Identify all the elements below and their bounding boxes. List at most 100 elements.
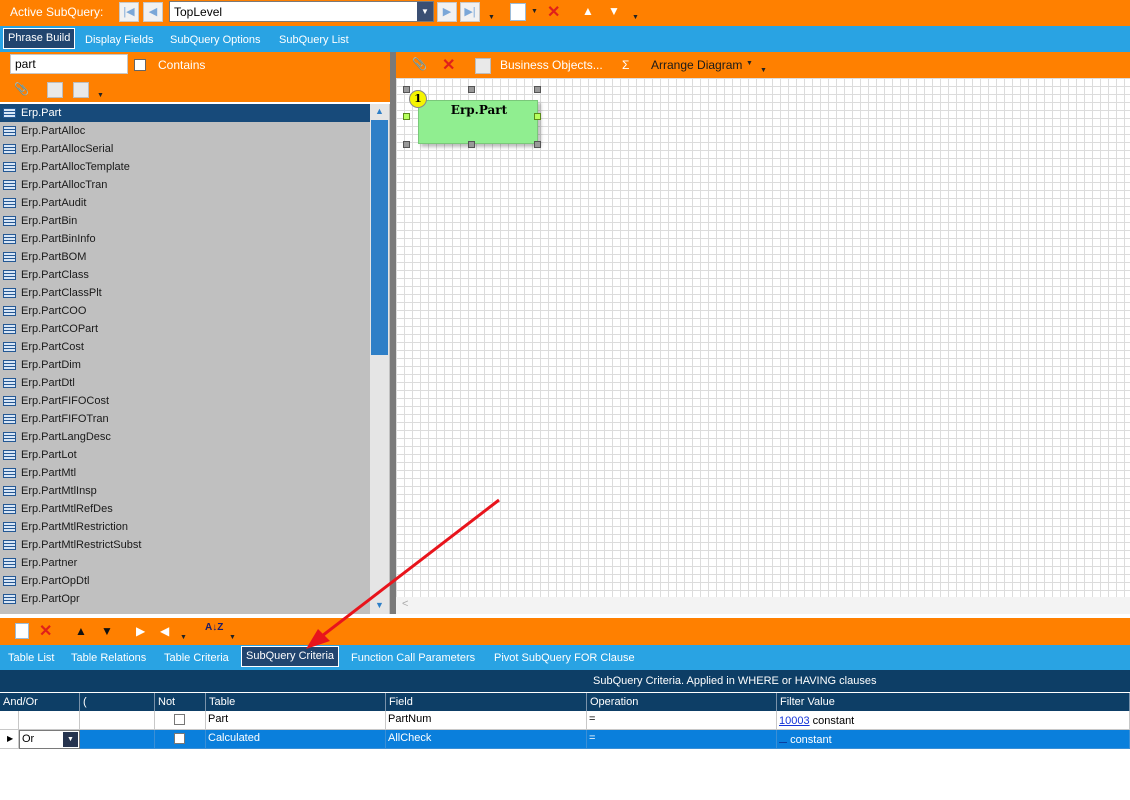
overflow-caret-icon[interactable]: ▼ bbox=[180, 634, 187, 641]
table-cell[interactable]: Calculated bbox=[206, 730, 386, 749]
list-item[interactable]: Erp.PartClassPlt bbox=[0, 284, 370, 302]
row-indicator[interactable] bbox=[0, 711, 19, 730]
list-item[interactable]: Erp.Part bbox=[0, 104, 370, 122]
list-item[interactable]: Erp.PartAllocTran bbox=[0, 176, 370, 194]
list-item[interactable]: Erp.PartBinInfo bbox=[0, 230, 370, 248]
list-item[interactable]: Erp.PartAllocTemplate bbox=[0, 158, 370, 176]
scroll-up-icon[interactable]: ▲ bbox=[370, 104, 389, 118]
scroll-down-icon[interactable]: ▼ bbox=[370, 598, 389, 612]
list-item[interactable]: Erp.PartBin bbox=[0, 212, 370, 230]
overflow-caret-icon[interactable]: ▼ bbox=[97, 92, 104, 99]
not-cell[interactable] bbox=[155, 730, 206, 749]
tab-pivot-subquery-for-clause[interactable]: Pivot SubQuery FOR Clause bbox=[494, 648, 635, 669]
overflow-caret-icon[interactable]: ▼ bbox=[632, 14, 639, 21]
list-item[interactable]: Erp.PartClass bbox=[0, 266, 370, 284]
list-item[interactable]: Erp.PartDim bbox=[0, 356, 370, 374]
outdent-icon[interactable]: ◀ bbox=[160, 624, 169, 638]
list-item[interactable]: Erp.PartFIFOCost bbox=[0, 392, 370, 410]
list-item[interactable]: Erp.PartFIFOTran bbox=[0, 410, 370, 428]
list-item[interactable]: Erp.PartDtl bbox=[0, 374, 370, 392]
column-header-table[interactable]: Table bbox=[206, 693, 386, 711]
list-item[interactable]: Erp.PartMtlInsp bbox=[0, 482, 370, 500]
table-list-scrollbar[interactable]: ▲ ▼ bbox=[370, 104, 389, 614]
subquery-combo[interactable]: TopLevel ▼ bbox=[169, 1, 434, 22]
scroll-left-icon[interactable]: < bbox=[402, 598, 408, 610]
list-item[interactable]: Erp.PartBOM bbox=[0, 248, 370, 266]
scroll-thumb[interactable] bbox=[371, 120, 388, 355]
tab-subquery-criteria[interactable]: SubQuery Criteria bbox=[241, 646, 340, 667]
list-item[interactable]: Erp.PartCost bbox=[0, 338, 370, 356]
move-down-icon[interactable]: ▼ bbox=[608, 4, 620, 18]
next-record-icon[interactable]: ▶ bbox=[437, 2, 457, 22]
diagram-canvas[interactable]: Erp.Part 1 bbox=[396, 78, 1130, 614]
resize-handle[interactable] bbox=[403, 86, 410, 93]
column-header-andor[interactable]: And/Or bbox=[0, 693, 80, 711]
paperclip-icon[interactable]: 📎 bbox=[14, 82, 29, 96]
arrange-diagram-button[interactable]: Arrange Diagram bbox=[651, 58, 742, 72]
prev-record-icon[interactable]: ◀ bbox=[143, 2, 163, 22]
resize-handle[interactable] bbox=[468, 141, 475, 148]
filter-value-cell[interactable]: 10003 constant bbox=[777, 711, 1130, 730]
not-cell[interactable] bbox=[155, 711, 206, 730]
delete-criteria-icon[interactable]: ✕ bbox=[39, 621, 52, 641]
column-header-operation[interactable]: Operation bbox=[587, 693, 777, 711]
overflow-caret-icon[interactable]: ▼ bbox=[229, 634, 236, 641]
list-item[interactable]: Erp.PartMtlRefDes bbox=[0, 500, 370, 518]
list-item[interactable]: Erp.PartOpr bbox=[0, 590, 370, 608]
collapse-all-icon[interactable] bbox=[73, 82, 89, 98]
move-up-icon[interactable]: ▲ bbox=[75, 624, 87, 638]
paperclip-icon[interactable]: 📎 bbox=[412, 57, 427, 71]
overflow-caret-icon[interactable]: ▼ bbox=[488, 14, 495, 21]
table-cell[interactable]: Part bbox=[206, 711, 386, 730]
andor-select[interactable]: Or ▼ bbox=[19, 730, 80, 749]
paren-cell[interactable] bbox=[80, 711, 155, 730]
paren-cell[interactable] bbox=[80, 730, 155, 749]
list-item[interactable]: Erp.PartLot bbox=[0, 446, 370, 464]
diagram-hscrollbar[interactable]: < bbox=[396, 597, 1130, 614]
list-item[interactable]: Erp.PartOpDtl bbox=[0, 572, 370, 590]
resize-handle[interactable] bbox=[403, 113, 410, 120]
field-cell[interactable]: AllCheck bbox=[386, 730, 587, 749]
column-header-paren[interactable]: ( bbox=[80, 693, 155, 711]
list-item[interactable]: Erp.PartAudit bbox=[0, 194, 370, 212]
resize-handle[interactable] bbox=[534, 86, 541, 93]
business-objects-button[interactable]: Business Objects... bbox=[500, 58, 603, 72]
not-checkbox[interactable] bbox=[174, 733, 185, 744]
list-item[interactable]: Erp.PartCOO bbox=[0, 302, 370, 320]
move-down-icon[interactable]: ▼ bbox=[101, 624, 113, 638]
list-item[interactable]: Erp.Partner bbox=[0, 554, 370, 572]
expand-all-icon[interactable] bbox=[47, 82, 63, 98]
table-search-input[interactable]: part bbox=[10, 54, 128, 74]
resize-handle[interactable] bbox=[534, 113, 541, 120]
list-item[interactable]: Erp.PartMtlRestriction bbox=[0, 518, 370, 536]
filter-value-link[interactable] bbox=[779, 742, 787, 743]
chevron-down-icon[interactable]: ▼ bbox=[417, 2, 433, 21]
delete-subquery-icon[interactable]: ✕ bbox=[547, 2, 560, 22]
diagram-table-erp-part[interactable]: Erp.Part bbox=[418, 100, 538, 144]
new-subquery-icon[interactable] bbox=[510, 3, 526, 21]
column-header-field[interactable]: Field bbox=[386, 693, 587, 711]
properties-icon[interactable] bbox=[475, 58, 491, 74]
contains-checkbox[interactable] bbox=[134, 59, 146, 71]
resize-handle[interactable] bbox=[534, 141, 541, 148]
tab-display-fields[interactable]: Display Fields bbox=[85, 30, 153, 51]
operation-cell[interactable]: = bbox=[587, 730, 777, 749]
list-item[interactable]: Erp.PartMtlRestrictSubst bbox=[0, 536, 370, 554]
list-item[interactable]: Erp.PartCOPart bbox=[0, 320, 370, 338]
list-item[interactable]: Erp.PartAllocSerial bbox=[0, 140, 370, 158]
sigma-icon[interactable]: Σ bbox=[622, 58, 629, 72]
chevron-down-icon[interactable]: ▼ bbox=[63, 732, 78, 747]
column-header-filter-value[interactable]: Filter Value bbox=[777, 693, 1130, 711]
field-cell[interactable]: PartNum bbox=[386, 711, 587, 730]
indent-icon[interactable]: ▶ bbox=[136, 624, 145, 638]
tab-subquery-options[interactable]: SubQuery Options bbox=[170, 30, 261, 51]
new-dropdown-icon[interactable]: ▼ bbox=[531, 8, 538, 15]
column-header-not[interactable]: Not bbox=[155, 693, 206, 711]
tab-table-relations[interactable]: Table Relations bbox=[71, 648, 146, 669]
resize-handle[interactable] bbox=[403, 141, 410, 148]
tab-table-list[interactable]: Table List bbox=[8, 648, 54, 669]
operation-cell[interactable]: = bbox=[587, 711, 777, 730]
list-item[interactable]: Erp.PartMtl bbox=[0, 464, 370, 482]
filter-value-link[interactable]: 10003 bbox=[779, 715, 810, 727]
overflow-caret-icon[interactable]: ▼ bbox=[760, 67, 767, 74]
